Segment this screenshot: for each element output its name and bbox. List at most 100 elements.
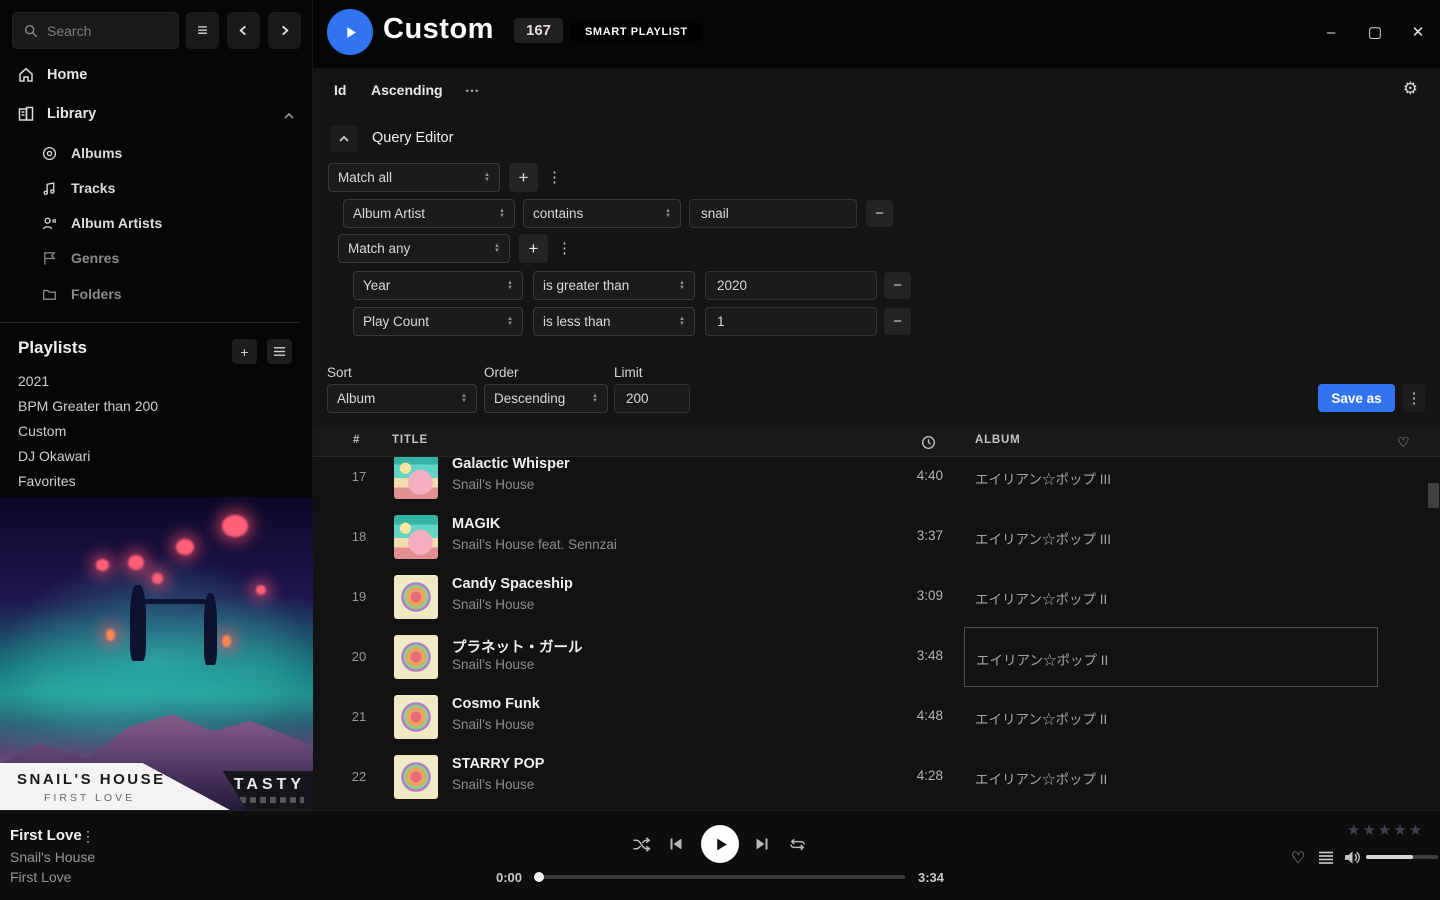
track-row[interactable]: 18 MAGIK Snail’s House feat. Sennzai 3:3… — [313, 507, 1440, 567]
rule-value-input[interactable]: 1 — [705, 307, 877, 336]
track-title: STARRY POP — [452, 756, 544, 772]
queue-button[interactable] — [1318, 850, 1334, 869]
favorite-button[interactable]: ♡ — [1291, 848, 1305, 867]
rule-operator-select[interactable]: is less than ▲▼ — [533, 307, 695, 336]
sidebar-item-genres[interactable]: Genres — [42, 250, 119, 266]
query-editor-collapse-button[interactable] — [330, 125, 358, 152]
kebab-icon: ⋮ — [1407, 389, 1422, 407]
track-artist[interactable]: Snail’s House — [452, 657, 534, 672]
window-maximize-button[interactable]: ▢ — [1365, 22, 1385, 42]
track-row[interactable]: 19 Candy Spaceship Snail’s House 3:09 エイ… — [313, 567, 1440, 627]
add-rule-button[interactable]: + — [509, 163, 538, 192]
repeat-button[interactable] — [788, 836, 807, 853]
previous-button[interactable] — [668, 836, 684, 852]
playlist-item[interactable]: Custom — [18, 423, 66, 439]
rule-field-select[interactable]: Play Count ▲▼ — [353, 307, 523, 336]
rule-field-select[interactable]: Album Artist ▲▼ — [343, 199, 515, 228]
album-cell[interactable]: エイリアン☆ポップ II — [964, 567, 1378, 627]
search-input[interactable]: Search — [12, 12, 179, 49]
playlist-list-button[interactable] — [267, 339, 292, 364]
column-index[interactable]: # — [353, 434, 360, 446]
match-type-select[interactable]: Match any ▲▼ — [338, 234, 510, 263]
track-artist[interactable]: Snail’s House — [452, 777, 534, 792]
rule-operator-select[interactable]: contains ▲▼ — [523, 199, 681, 228]
rule-value-input[interactable]: 2020 — [705, 271, 877, 300]
now-playing-cover[interactable]: SNAIL'S HOUSE FIRST LOVE TASTY — [0, 497, 313, 810]
now-playing-album[interactable]: First Love — [10, 869, 71, 885]
sidebar-item-home[interactable]: Home — [18, 67, 87, 83]
playlist-item[interactable]: DJ Okawari — [18, 448, 90, 464]
remove-rule-button[interactable]: − — [866, 200, 893, 227]
match-type-select[interactable]: Match all ▲▼ — [328, 163, 500, 192]
add-playlist-button[interactable]: + — [232, 339, 257, 364]
folders-icon — [42, 287, 57, 302]
sort-select[interactable]: Album ▲▼ — [327, 384, 477, 413]
sidebar-menu-button[interactable]: ≡ — [186, 12, 219, 49]
remove-rule-button[interactable]: − — [884, 308, 911, 335]
scrollbar-thumb[interactable] — [1428, 483, 1439, 508]
playlist-item[interactable]: BPM Greater than 200 — [18, 398, 158, 414]
play-pause-button[interactable] — [701, 825, 739, 863]
sidebar-item-album-artists[interactable]: Album Artists — [42, 215, 162, 231]
caret-icon: ▲▼ — [461, 394, 467, 404]
track-row[interactable]: 22 STARRY POP Snail’s House 4:28 エイリアン☆ポ… — [313, 747, 1440, 807]
rule-value-input[interactable]: snail — [689, 199, 857, 228]
track-artist[interactable]: Snail’s House — [452, 597, 534, 612]
gear-icon[interactable]: ⚙ — [1403, 79, 1418, 99]
sort-field-button[interactable]: Id — [334, 82, 346, 98]
window-close-button[interactable]: ✕ — [1408, 22, 1428, 42]
track-number: 21 — [341, 709, 377, 724]
sidebar-item-library[interactable]: Library — [18, 106, 96, 122]
group-kebab-icon[interactable]: ⋮ — [547, 168, 562, 186]
album-cell[interactable]: エイリアン☆ポップ III — [964, 507, 1378, 567]
next-button[interactable] — [754, 836, 770, 852]
nav-back-button[interactable] — [227, 12, 260, 49]
minus-icon: − — [875, 205, 884, 222]
now-playing-kebab-icon[interactable]: ⋮ — [81, 828, 95, 845]
more-options-button[interactable]: ⋯ — [465, 82, 479, 99]
playlist-item[interactable]: Favorites — [18, 473, 76, 489]
save-as-button[interactable]: Save as — [1318, 384, 1395, 412]
rating-stars[interactable]: ★★★★★ — [1347, 821, 1424, 839]
column-album[interactable]: ALBUM — [975, 434, 1021, 446]
album-cell[interactable]: エイリアン☆ポップ II — [964, 627, 1378, 687]
seek-slider[interactable] — [535, 875, 905, 879]
group-kebab-icon[interactable]: ⋮ — [557, 239, 572, 257]
seek-knob[interactable] — [534, 872, 544, 882]
album-cell[interactable]: エイリアン☆ポップ II — [964, 687, 1378, 747]
track-cover-thumbnail — [394, 575, 438, 619]
library-collapse-icon[interactable] — [283, 110, 295, 122]
volume-slider[interactable] — [1366, 855, 1438, 859]
sort-order-button[interactable]: Ascending — [371, 82, 443, 98]
track-artist[interactable]: Snail’s House feat. Sennzai — [452, 537, 617, 552]
rule-field-select[interactable]: Year ▲▼ — [353, 271, 523, 300]
sidebar-item-tracks[interactable]: Tracks — [42, 180, 115, 196]
rule-operator-select[interactable]: is greater than ▲▼ — [533, 271, 695, 300]
track-row[interactable]: 21 Cosmo Funk Snail’s House 4:48 エイリアン☆ポ… — [313, 687, 1440, 747]
speaker-icon — [1344, 850, 1361, 865]
limit-input[interactable]: 200 — [614, 384, 690, 413]
shuffle-button[interactable] — [632, 836, 651, 853]
sidebar-item-label: Home — [47, 67, 87, 83]
library-icon — [18, 106, 34, 122]
track-row[interactable]: 20 プラネット・ガール Snail’s House 3:48 エイリアン☆ポッ… — [313, 627, 1440, 687]
now-playing-artist[interactable]: Snail's House — [10, 849, 95, 865]
volume-button[interactable] — [1344, 850, 1361, 869]
album-cell[interactable]: エイリアン☆ポップ II — [964, 747, 1378, 807]
track-artist[interactable]: Snail’s House — [452, 717, 534, 732]
order-select[interactable]: Descending ▲▼ — [484, 384, 608, 413]
sidebar-item-folders[interactable]: Folders — [42, 286, 122, 302]
playlist-item[interactable]: 2021 — [18, 373, 49, 389]
remove-rule-button[interactable]: − — [884, 272, 911, 299]
now-playing-title[interactable]: First Love — [10, 827, 82, 844]
duration-column-icon[interactable] — [921, 435, 936, 450]
favorite-column-icon[interactable]: ♡ — [1397, 434, 1410, 451]
play-playlist-button[interactable] — [327, 9, 373, 55]
window-minimize-button[interactable]: – — [1321, 22, 1341, 42]
track-artist[interactable]: Snail’s House — [452, 477, 534, 492]
save-options-kebab[interactable]: ⋮ — [1403, 384, 1425, 412]
column-title[interactable]: TITLE — [392, 434, 428, 446]
add-rule-button[interactable]: + — [519, 234, 548, 263]
sidebar-item-albums[interactable]: Albums — [42, 145, 122, 161]
nav-forward-button[interactable] — [268, 12, 301, 49]
